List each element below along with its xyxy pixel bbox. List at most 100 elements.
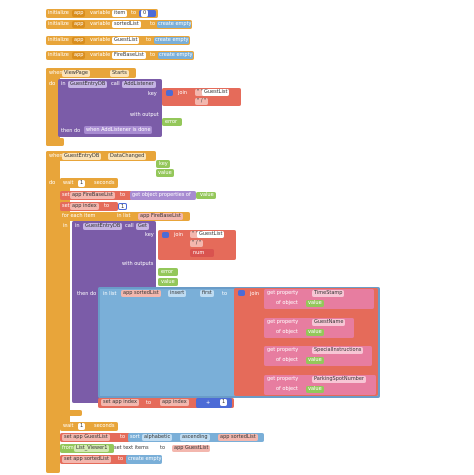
entry-dropdown[interactable]: GuestEntryDB <box>83 223 123 230</box>
property-timestamp[interactable]: TimeStamp <box>312 290 345 297</box>
text-slash[interactable]: " / " <box>195 98 209 105</box>
empty-list-label: create empty list <box>158 21 201 27</box>
init-keyword: initialize <box>48 52 69 58</box>
init-keyword: initialize <box>48 37 69 43</box>
init-variable-label: variable <box>90 10 111 16</box>
empty-list-label: create empty list <box>155 37 198 43</box>
empty-list-label: create empty list <box>128 456 171 462</box>
get-property-label: get property <box>267 319 299 325</box>
wait-label: wait <box>63 423 74 429</box>
text-guestlist[interactable]: GuestList <box>197 231 225 238</box>
sort-mode-dropdown[interactable]: alphabetic <box>142 434 173 441</box>
set-guestlist-label[interactable]: set app GuestList <box>62 434 110 441</box>
number-input[interactable]: 1 <box>118 203 128 210</box>
insert-dropdown[interactable]: insert <box>168 290 187 297</box>
guestlist-getter[interactable]: app GuestList <box>172 445 211 452</box>
set-sortedlist-label[interactable]: set app sortedList <box>62 456 111 463</box>
value-getter-label: value <box>308 329 322 335</box>
get-property-label: get property <box>267 290 299 296</box>
value-getter-label: value <box>308 300 322 306</box>
wait-label: wait <box>63 180 74 186</box>
init-scope[interactable]: app <box>72 21 86 28</box>
gear-icon[interactable] <box>238 290 245 296</box>
event-datachanged[interactable] <box>46 151 60 473</box>
property-guestname[interactable]: GuestName <box>312 319 346 326</box>
foreach-block[interactable] <box>60 212 70 412</box>
method-dropdown[interactable]: AddListener <box>122 81 156 88</box>
text-guestlist[interactable]: GuestList <box>202 89 230 96</box>
then-do-label: then do <box>77 291 97 297</box>
wait-seconds-input[interactable]: 1 <box>78 180 86 187</box>
sort-label: sort <box>130 434 140 440</box>
init-to-label: to <box>150 21 156 27</box>
to-label: to <box>222 291 228 297</box>
event-footer <box>46 138 64 146</box>
var-dropdown[interactable]: app FireBaseList <box>70 192 115 199</box>
sortedlist-getter[interactable]: app sortedList <box>121 290 161 297</box>
set-index-label[interactable]: set app index <box>101 399 139 406</box>
when-label: when <box>49 153 63 159</box>
to-label: to <box>146 400 152 406</box>
property-specialinstructions[interactable]: SpecialInstructions <box>312 347 364 354</box>
init-scope[interactable]: app <box>72 37 86 44</box>
status-label: when AddListener is done <box>86 127 151 133</box>
from-label: from <box>62 445 74 451</box>
do-label: do <box>49 81 56 87</box>
num-label: num <box>193 250 205 256</box>
list-getter[interactable]: app FireBaseList <box>138 213 183 220</box>
var-name-sortedlist[interactable]: sortedList <box>112 21 141 28</box>
var-name-item[interactable]: item <box>112 10 128 17</box>
set-label: set <box>62 203 70 209</box>
init-keyword: initialize <box>48 21 69 27</box>
index-getter[interactable]: app index <box>160 399 189 406</box>
method-dropdown[interactable]: Get <box>136 223 149 230</box>
sortedlist-getter[interactable]: app sortedList <box>218 434 258 441</box>
do-label: do <box>49 180 56 186</box>
init-scope[interactable]: app <box>72 10 86 17</box>
with-outputs-label: with outputs <box>122 261 154 267</box>
var-dropdown[interactable]: app index <box>70 203 99 210</box>
var-name-firebaselist[interactable]: FireBaseList <box>112 52 146 59</box>
in-list-label: in list <box>117 213 131 219</box>
number-input[interactable]: 1 <box>220 399 228 406</box>
component-dropdown[interactable]: GuestEntryDB <box>62 153 102 160</box>
component-dropdown[interactable]: ViewPage <box>62 70 90 77</box>
property-parkingspotnumber[interactable]: ParkingSpotNumber <box>312 376 366 383</box>
gear-icon[interactable] <box>166 90 173 96</box>
position-dropdown[interactable]: first <box>200 290 214 297</box>
when-label: when <box>49 70 63 76</box>
listview-dropdown[interactable]: List_Viewer1 <box>74 445 110 452</box>
init-scope[interactable]: app <box>72 52 86 59</box>
event-dropdown[interactable]: Starts <box>110 70 129 77</box>
of-object-label: of object <box>276 386 298 392</box>
entry-dropdown[interactable]: GuestEntryDB <box>68 81 108 88</box>
call-label: call <box>111 81 120 87</box>
set-text-items-label: set text items <box>114 445 149 451</box>
sort-order-dropdown[interactable]: ascending <box>180 434 210 441</box>
in-label: in <box>75 223 80 229</box>
text-slash[interactable]: " / " <box>190 240 204 247</box>
error-label: error <box>165 119 178 125</box>
init-to-label: to <box>146 37 152 43</box>
init-variable-label: variable <box>90 52 111 58</box>
key-param-label: key <box>159 161 168 167</box>
key-label: key <box>148 91 157 97</box>
gear-icon[interactable] <box>162 232 169 238</box>
value-getter-label: value <box>308 357 322 363</box>
empty-list-label: create empty list <box>159 52 202 58</box>
var-name-guestlist[interactable]: GuestList <box>112 37 140 44</box>
event-dropdown[interactable]: DataChanged <box>108 153 147 160</box>
value-getter-label: value <box>308 386 322 392</box>
init-variable-label: variable <box>90 37 111 43</box>
wait-seconds-input[interactable]: 1 <box>78 423 86 430</box>
of-object-label: of object <box>276 329 298 335</box>
seconds-label: seconds <box>94 180 115 186</box>
in-list-label: in list <box>103 291 117 297</box>
to-label: to <box>118 456 124 462</box>
call-label: call <box>125 223 134 229</box>
value-getter-label: value <box>200 192 214 198</box>
to-label: to <box>120 192 126 198</box>
number-value[interactable]: 0 <box>141 10 149 17</box>
error-label: error <box>161 269 174 275</box>
get-property-label: get property <box>267 376 299 382</box>
